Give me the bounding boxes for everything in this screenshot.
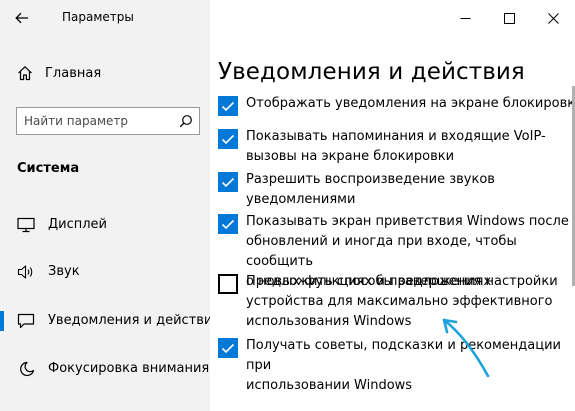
search-box[interactable] xyxy=(16,107,200,135)
speaker-icon xyxy=(17,265,33,279)
scrollbar[interactable] xyxy=(570,36,575,411)
sidebar-item-focus-assist[interactable]: Фокусировка внимания xyxy=(0,351,210,387)
checkmark-icon xyxy=(221,101,235,111)
nav-home-label: Главная xyxy=(45,65,102,81)
maximize-icon xyxy=(503,12,515,24)
notification-icon xyxy=(17,313,35,329)
monitor-icon xyxy=(17,217,35,233)
option-lock-screen-notifications[interactable]: Отображать уведомления на экране блокиро… xyxy=(218,94,575,116)
content-pane: Уведомления и действия Отображать уведом… xyxy=(210,0,575,411)
checkmark-icon xyxy=(221,177,235,187)
app-title: Параметры xyxy=(62,10,134,24)
maximize-button[interactable] xyxy=(487,0,531,36)
moon-icon xyxy=(20,361,35,377)
section-title: Система xyxy=(17,161,80,176)
sidebar: Параметры Главная Система Дисплей Звук xyxy=(0,0,220,411)
sidebar-item-display[interactable]: Дисплей xyxy=(0,207,210,243)
sidebar-item-label: Уведомления и действия xyxy=(48,313,221,328)
sidebar-item-notifications[interactable]: Уведомления и действия xyxy=(0,303,220,339)
sidebar-item-sound[interactable]: Звук xyxy=(0,254,210,290)
option-finish-setup-suggestions[interactable]: Предложить способы завершения настройки … xyxy=(218,272,575,332)
option-label: Показывать напоминания и входящие VoIP- … xyxy=(246,129,546,164)
option-label: Отображать уведомления на экране блокиро… xyxy=(246,96,575,111)
minimize-icon xyxy=(460,17,470,19)
checkbox-unchecked[interactable] xyxy=(218,274,238,294)
option-label: Получать советы, подсказки и рекомендаци… xyxy=(246,338,562,393)
back-button[interactable] xyxy=(0,0,44,36)
search-input[interactable] xyxy=(17,108,175,134)
nav-home[interactable]: Главная xyxy=(17,62,101,84)
option-notification-sounds[interactable]: Разрешить воспроизведение звуков уведомл… xyxy=(218,170,575,210)
back-arrow-icon xyxy=(15,12,28,24)
option-voip-reminders[interactable]: Показывать напоминания и входящие VoIP- … xyxy=(218,127,575,167)
close-button[interactable] xyxy=(531,0,575,36)
option-label: Предложить способы завершения настройки … xyxy=(246,274,558,329)
checkmark-icon xyxy=(221,219,235,229)
option-label: Разрешить воспроизведение звуков уведомл… xyxy=(246,172,495,207)
home-icon xyxy=(18,66,32,81)
checkbox-checked[interactable] xyxy=(218,338,238,358)
checkbox-checked[interactable] xyxy=(218,214,238,234)
checkmark-icon xyxy=(221,134,235,144)
checkbox-checked[interactable] xyxy=(218,129,238,149)
option-tips-and-suggestions[interactable]: Получать советы, подсказки и рекомендаци… xyxy=(218,336,575,396)
checkbox-checked[interactable] xyxy=(218,96,238,116)
close-icon xyxy=(547,12,559,24)
sidebar-item-label: Звук xyxy=(48,264,80,279)
page-title: Уведомления и действия xyxy=(218,59,525,85)
window-controls xyxy=(443,0,575,36)
checkmark-icon xyxy=(221,343,235,353)
sidebar-item-label: Дисплей xyxy=(48,217,108,232)
minimize-button[interactable] xyxy=(443,0,487,36)
sidebar-item-label: Фокусировка внимания xyxy=(48,361,210,376)
checkbox-checked[interactable] xyxy=(218,172,238,192)
search-icon[interactable] xyxy=(179,114,193,128)
